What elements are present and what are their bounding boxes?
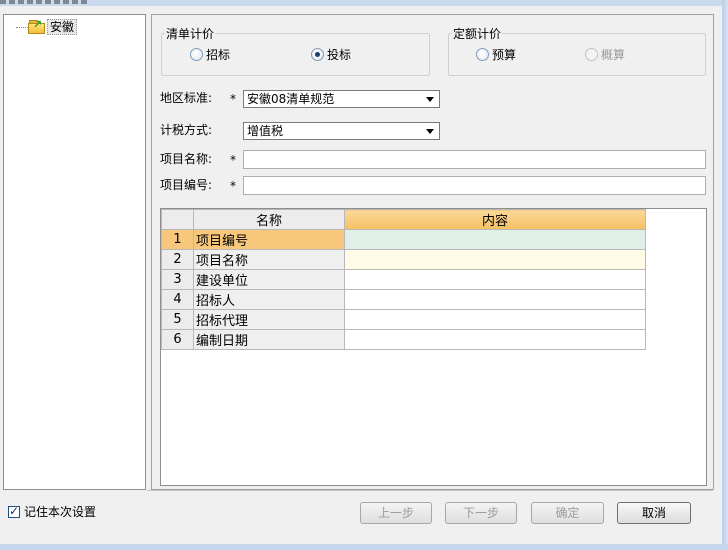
chevron-down-icon[interactable]: [421, 91, 439, 107]
radio-bid[interactable]: 投标: [311, 46, 351, 62]
radio-circle: [585, 47, 598, 61]
table-row[interactable]: 3 建设单位: [161, 269, 646, 290]
window-title-bar: [0, 0, 728, 6]
tree-node-label: 安徽: [47, 18, 78, 35]
content-cell[interactable]: [344, 249, 646, 270]
project-name-input[interactable]: [243, 150, 706, 169]
row-number-cell[interactable]: 4: [161, 289, 194, 310]
open-folder-icon: ↗: [28, 18, 45, 34]
radio-budget[interactable]: 预算: [476, 46, 516, 62]
row-number-cell[interactable]: 6: [161, 329, 194, 350]
content-cell[interactable]: [344, 229, 646, 250]
name-cell[interactable]: 招标人: [193, 289, 345, 310]
previous-step-button[interactable]: 上一步: [360, 502, 432, 524]
required-mark: *: [230, 153, 236, 167]
required-mark: *: [230, 179, 236, 193]
radio-tender-label: 招标: [206, 47, 231, 62]
radio-circle: [311, 47, 324, 61]
radio-estimate-label: 概算: [601, 47, 626, 62]
window-right-border: [722, 0, 728, 550]
tree-connector-line: [16, 27, 28, 28]
next-step-button[interactable]: 下一步: [445, 502, 517, 524]
table-row[interactable]: 6 编制日期: [161, 329, 646, 350]
row-number-cell[interactable]: 5: [161, 309, 194, 330]
radio-estimate[interactable]: 概算: [585, 46, 625, 62]
content-cell[interactable]: [344, 309, 646, 330]
row-number-cell[interactable]: 3: [161, 269, 194, 290]
table-row[interactable]: 5 招标代理: [161, 309, 646, 330]
radio-bid-label: 投标: [327, 47, 352, 62]
content-cell[interactable]: [344, 269, 646, 290]
radio-budget-label: 预算: [492, 47, 517, 62]
content-cell[interactable]: [344, 289, 646, 310]
name-cell[interactable]: 编制日期: [193, 329, 345, 350]
name-cell[interactable]: 建设单位: [193, 269, 345, 290]
project-code-label: 项目编号:: [160, 178, 213, 192]
column-header-content[interactable]: 内容: [344, 209, 646, 230]
confirm-button[interactable]: 确定: [531, 502, 604, 524]
quota-pricing-legend: 定额计价: [453, 27, 502, 41]
region-standard-select[interactable]: 安徽08清单规范: [243, 90, 440, 108]
bill-pricing-legend: 清单计价: [166, 27, 215, 41]
region-tree[interactable]: ↗ 安徽: [3, 14, 146, 490]
radio-tender[interactable]: 招标: [190, 46, 230, 62]
table-row[interactable]: 4 招标人: [161, 289, 646, 310]
project-name-label: 项目名称:: [160, 152, 213, 166]
project-info-grid[interactable]: 名称 内容 1 项目编号 2 项目名称 3 建设单位 4 招标人 5 招标代理 6 编制日期: [160, 208, 707, 486]
required-mark: *: [230, 92, 236, 106]
name-cell[interactable]: 招标代理: [193, 309, 345, 330]
tax-method-select[interactable]: 增值税: [243, 122, 440, 140]
cancel-button[interactable]: 取消: [617, 502, 691, 524]
window-title-text: [0, 0, 90, 4]
project-info-table: 名称 内容 1 项目编号 2 项目名称 3 建设单位 4 招标人 5 招标代理 6 编制日期: [161, 209, 646, 350]
remember-settings-label: 记住本次设置: [24, 505, 97, 519]
table-row[interactable]: 1 项目编号: [161, 229, 646, 250]
project-code-input[interactable]: [243, 176, 706, 195]
window-bottom-border: [0, 544, 728, 550]
column-header-name[interactable]: 名称: [193, 209, 345, 230]
tree-node-anhui[interactable]: ↗ 安徽: [28, 18, 78, 35]
tax-method-label: 计税方式:: [160, 123, 213, 137]
chevron-down-icon[interactable]: [421, 123, 439, 139]
name-cell[interactable]: 项目名称: [193, 249, 345, 270]
tax-method-value: 增值税: [247, 124, 284, 138]
region-standard-label: 地区标准:: [160, 91, 213, 105]
grid-corner-cell[interactable]: [161, 209, 194, 230]
name-cell[interactable]: 项目编号: [193, 229, 345, 250]
footer-divider: [147, 490, 713, 491]
table-row[interactable]: 2 项目名称: [161, 249, 646, 270]
row-number-cell[interactable]: 1: [161, 229, 194, 250]
region-standard-value: 安徽08清单规范: [247, 92, 335, 106]
radio-circle: [190, 47, 203, 61]
radio-circle: [476, 47, 489, 61]
remember-settings-checkbox[interactable]: [8, 504, 20, 518]
row-number-cell[interactable]: 2: [161, 249, 194, 270]
content-cell[interactable]: [344, 329, 646, 350]
